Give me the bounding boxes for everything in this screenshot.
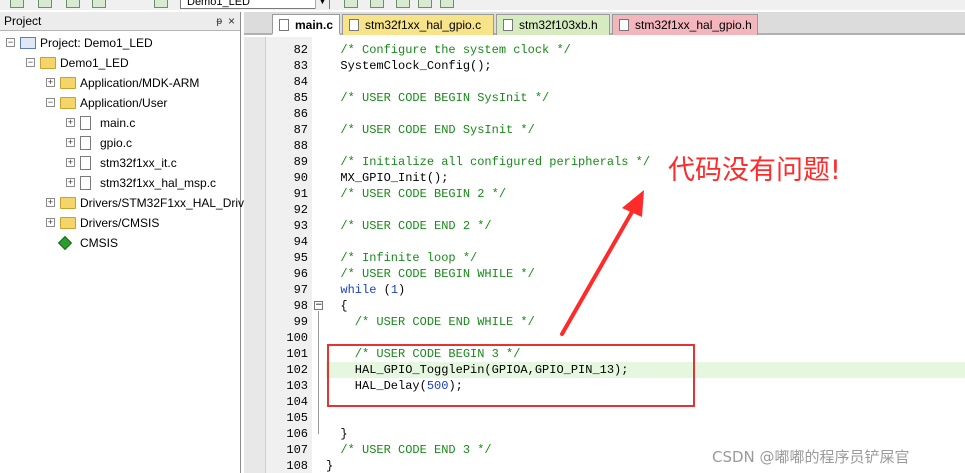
annotation-text: 代码没有问题! xyxy=(668,155,841,186)
annotation-arrow xyxy=(560,190,644,336)
watermark: CSDN @嘟嘟的程序员铲屎官 xyxy=(712,448,910,466)
